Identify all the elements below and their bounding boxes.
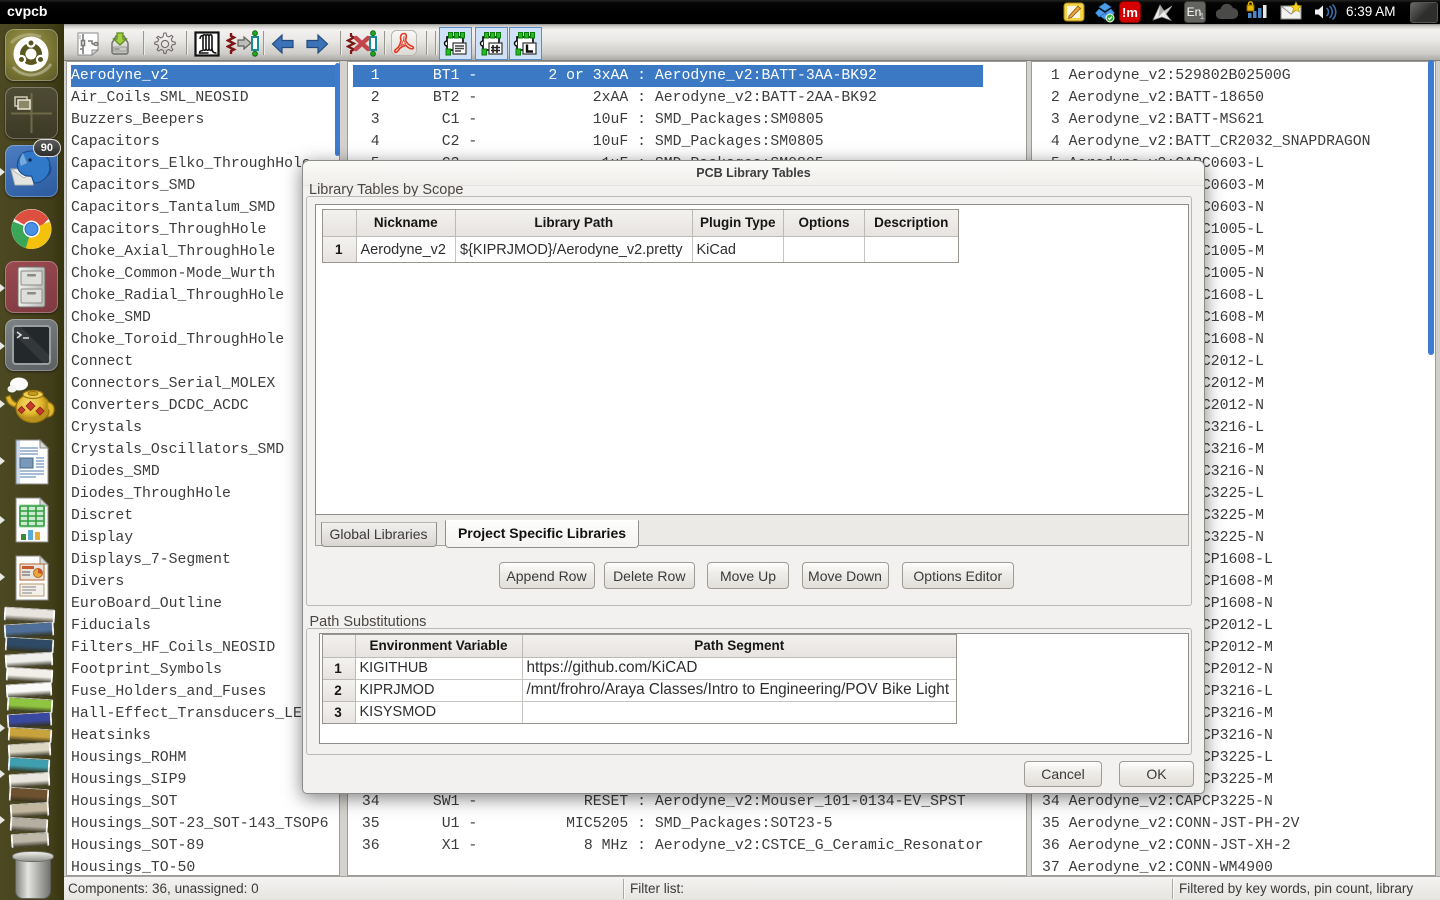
svg-text:1: 1 [1200, 12, 1205, 21]
svg-text:!m: !m [1122, 5, 1138, 20]
